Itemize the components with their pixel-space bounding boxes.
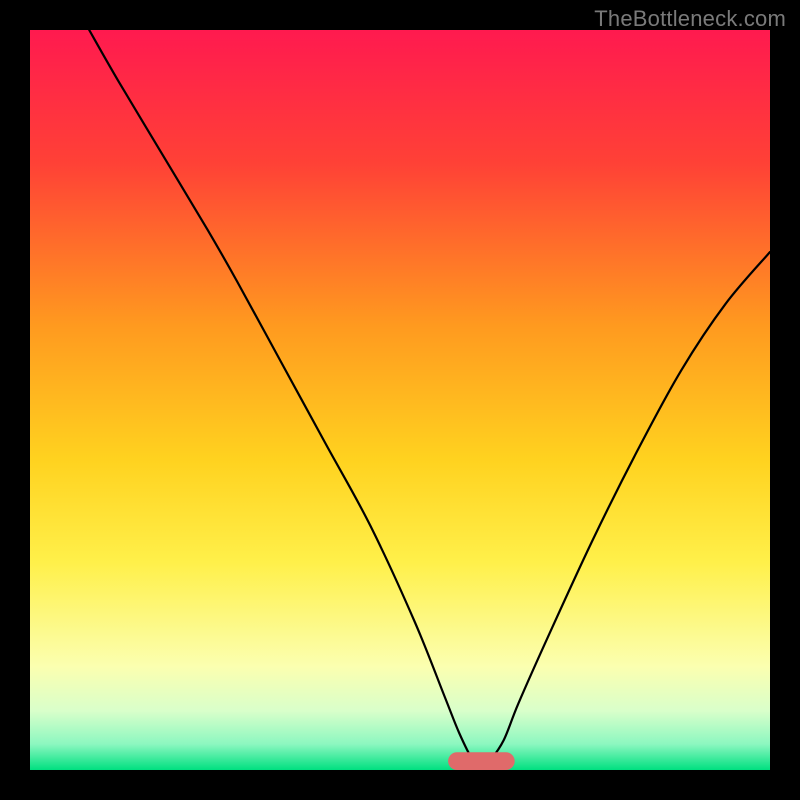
bottleneck-chart-svg	[30, 30, 770, 770]
optimal-range-marker	[448, 752, 515, 770]
gradient-background	[30, 30, 770, 770]
chart-frame: TheBottleneck.com	[0, 0, 800, 800]
watermark-text: TheBottleneck.com	[594, 6, 786, 32]
